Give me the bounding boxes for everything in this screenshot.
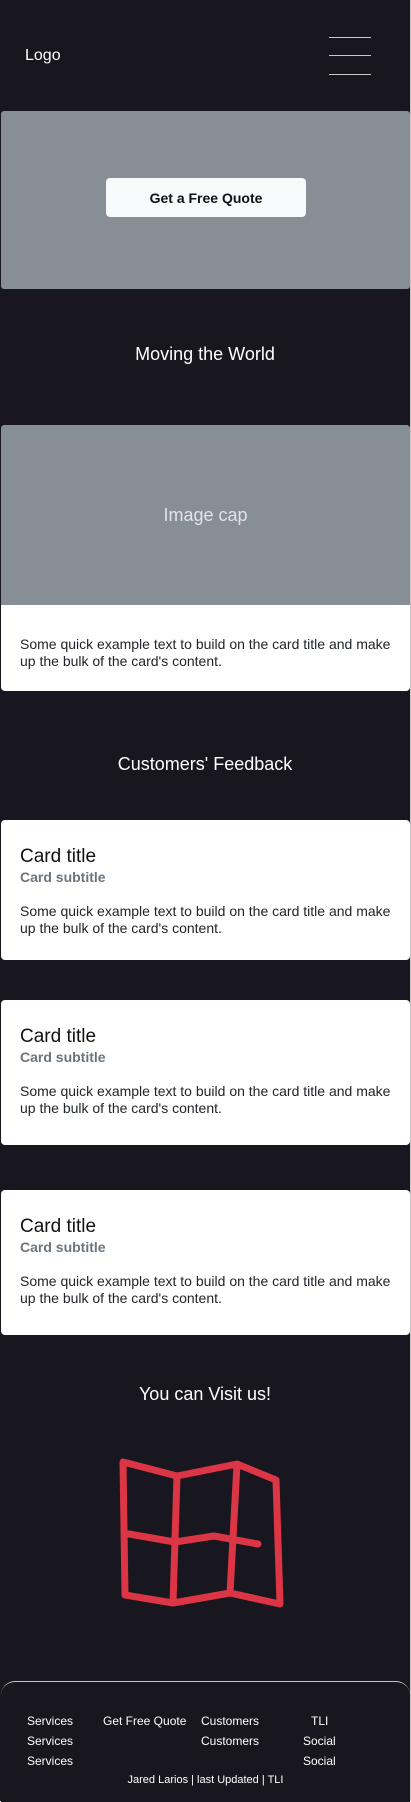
card-title: Card title (20, 846, 97, 867)
get-free-quote-button[interactable]: Get a Free Quote (106, 178, 306, 217)
footer-link-services[interactable]: Services (27, 1754, 73, 1768)
footer-link-services[interactable]: Services (27, 1714, 73, 1728)
footer-link-social[interactable]: Social (303, 1734, 336, 1748)
feedback-heading: Customers' Feedback (117, 754, 293, 774)
footer-link-social[interactable]: Social (303, 1754, 336, 1768)
hamburger-line (329, 37, 371, 38)
footer-link-services[interactable]: Services (27, 1734, 73, 1748)
navbar: Logo (0, 0, 410, 110)
hero-banner: Get a Free Quote (1, 111, 410, 289)
feedback-card: Card title Card subtitle Some quick exam… (1, 1000, 410, 1145)
hamburger-line (329, 55, 371, 56)
card-title: Card title (20, 1026, 97, 1047)
feedback-card: Card title Card subtitle Some quick exam… (1, 820, 410, 960)
hamburger-menu-icon[interactable] (329, 36, 371, 78)
page: Logo Get a Free Quote Moving the World I… (0, 0, 411, 1802)
footer-link-customers[interactable]: Customers (201, 1714, 259, 1728)
hamburger-line (329, 74, 371, 75)
card-text: Some quick example text to build on the … (20, 903, 391, 936)
map-icon (119, 1458, 284, 1608)
footer-link-tli[interactable]: TLI (311, 1714, 328, 1728)
card-subtitle: Card subtitle (20, 869, 106, 885)
footer: Services Services Services Get Free Quot… (1, 1681, 410, 1802)
footer-link-customers[interactable]: Customers (201, 1734, 259, 1748)
visit-heading: You can Visit us! (138, 1384, 272, 1404)
moving-heading: Moving the World (135, 344, 275, 364)
feedback-card: Card title Card subtitle Some quick exam… (1, 1190, 410, 1335)
card-subtitle: Card subtitle (20, 1049, 106, 1065)
image-card-text: Some quick example text to build on the … (20, 636, 391, 669)
card-title: Card title (20, 1216, 97, 1237)
footer-link-get-free-quote[interactable]: Get Free Quote (103, 1714, 186, 1728)
footer-credit: Jared Larios | last Updated | TLI (127, 1774, 284, 1786)
logo-link[interactable]: Logo (25, 47, 61, 65)
card-subtitle: Card subtitle (20, 1239, 106, 1255)
image-cap-placeholder: Image cap (1, 425, 410, 605)
image-card: Image cap Some quick example text to bui… (1, 425, 410, 691)
image-cap-label: Image cap (163, 505, 248, 525)
card-text: Some quick example text to build on the … (20, 1083, 391, 1116)
card-text: Some quick example text to build on the … (20, 1273, 391, 1306)
